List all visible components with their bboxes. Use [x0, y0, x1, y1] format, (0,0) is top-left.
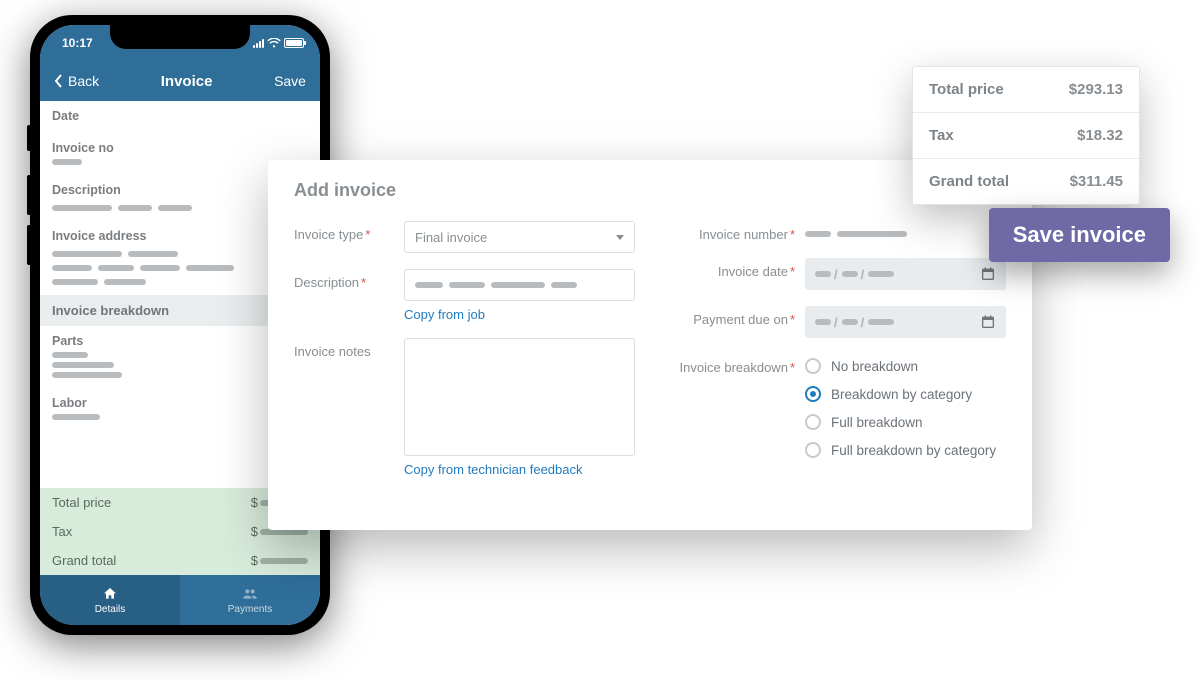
tab-details[interactable]: Details	[40, 575, 180, 625]
label-invoice-breakdown: Invoice breakdown*	[665, 354, 795, 375]
wifi-icon	[267, 38, 281, 48]
copy-from-technician-feedback-link[interactable]: Copy from technician feedback	[404, 462, 635, 477]
label-invoice-number: Invoice number*	[665, 221, 795, 242]
price-tax-value: $18.32	[1077, 127, 1123, 144]
label-invoice-notes: Invoice notes	[294, 338, 394, 359]
mobile-total-price-label: Total price	[52, 495, 111, 510]
price-grand-total-value: $311.45	[1070, 173, 1123, 190]
phone-notch	[110, 25, 250, 49]
price-total-value: $293.13	[1069, 81, 1123, 98]
invoice-breakdown-radios: No breakdown Breakdown by category Full …	[805, 354, 1006, 458]
back-label: Back	[68, 73, 99, 89]
invoice-notes-textarea[interactable]	[404, 338, 635, 456]
mobile-tax-label: Tax	[52, 524, 72, 539]
panel-title: Add invoice	[294, 180, 1006, 201]
field-label-date: Date	[52, 109, 308, 123]
calendar-icon	[980, 314, 996, 330]
invoice-type-select[interactable]: Final invoice	[404, 221, 635, 253]
chevron-left-icon	[54, 74, 64, 88]
radio-full-breakdown-by-category[interactable]: Full breakdown by category	[805, 442, 1006, 458]
tab-payments[interactable]: Payments	[180, 575, 320, 625]
invoice-date-input[interactable]: //	[805, 258, 1006, 290]
status-time: 10:17	[62, 36, 93, 50]
label-payment-due-on: Payment due on*	[665, 306, 795, 327]
mobile-grand-total-label: Grand total	[52, 553, 116, 568]
home-icon	[102, 586, 118, 602]
battery-icon	[284, 38, 304, 48]
radio-no-breakdown[interactable]: No breakdown	[805, 358, 1006, 374]
label-invoice-type: Invoice type*	[294, 221, 394, 242]
nav-bar: Back Invoice Save	[40, 61, 320, 101]
calendar-icon	[980, 266, 996, 282]
price-grand-total-label: Grand total	[929, 173, 1009, 190]
placeholder-line	[52, 159, 82, 165]
price-tax-label: Tax	[929, 127, 954, 144]
copy-from-job-link[interactable]: Copy from job	[404, 307, 635, 322]
add-invoice-panel: Add invoice Invoice type* Final invoice …	[268, 160, 1032, 530]
payment-due-input[interactable]: //	[805, 306, 1006, 338]
label-description: Description*	[294, 269, 394, 290]
description-input[interactable]	[404, 269, 635, 301]
field-label-invoice-no: Invoice no	[52, 141, 308, 155]
price-summary: Total price $293.13 Tax $18.32 Grand total…	[912, 66, 1140, 205]
nav-title: Invoice	[161, 73, 213, 90]
people-icon	[242, 586, 258, 602]
tab-bar: Details Payments	[40, 575, 320, 625]
mobile-save-button[interactable]: Save	[274, 73, 306, 89]
signal-icon	[253, 38, 264, 48]
save-invoice-button[interactable]: Save invoice	[989, 208, 1170, 262]
radio-breakdown-by-category[interactable]: Breakdown by category	[805, 386, 1006, 402]
back-button[interactable]: Back	[54, 73, 99, 89]
label-invoice-date: Invoice date*	[665, 258, 795, 279]
price-total-label: Total price	[929, 81, 1004, 98]
radio-full-breakdown[interactable]: Full breakdown	[805, 414, 1006, 430]
